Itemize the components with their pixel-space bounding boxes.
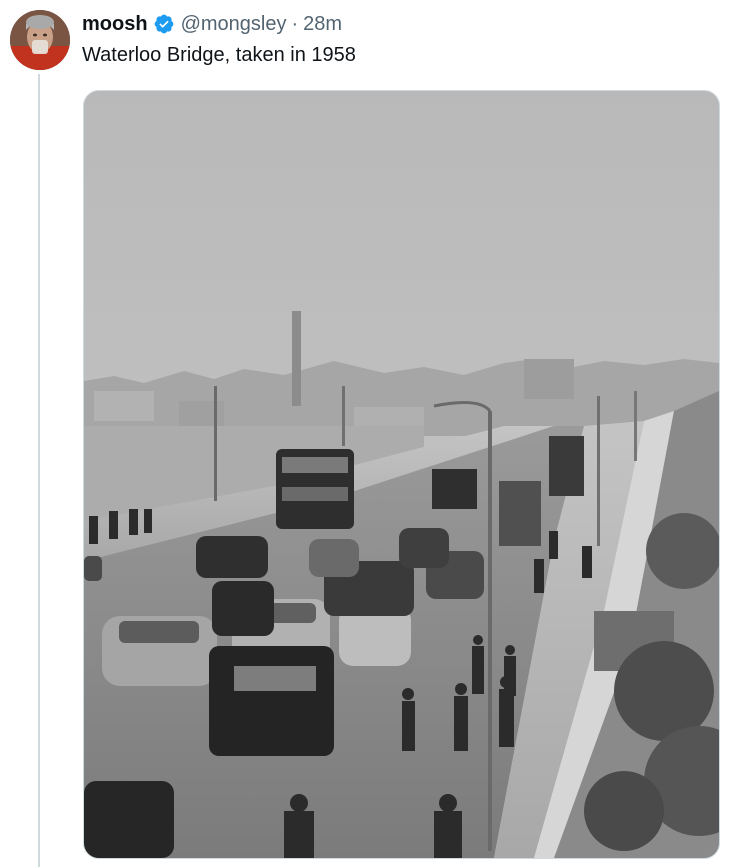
verified-badge-icon bbox=[153, 13, 175, 35]
thread-connector-line bbox=[38, 74, 40, 867]
separator-dot: · bbox=[291, 12, 299, 35]
post-timestamp[interactable]: 28m bbox=[303, 13, 342, 36]
author-handle[interactable]: @mongsley bbox=[181, 13, 287, 36]
tweet-text: Waterloo Bridge, taken in 1958 bbox=[82, 44, 356, 66]
avatar[interactable] bbox=[10, 10, 70, 70]
tweet-photo[interactable] bbox=[83, 90, 720, 859]
tweet-header: moosh @mongsley · 28m bbox=[82, 10, 342, 38]
bridge-photo-illustration bbox=[84, 91, 719, 858]
avatar-image bbox=[10, 10, 70, 70]
author-name[interactable]: moosh bbox=[82, 13, 148, 36]
